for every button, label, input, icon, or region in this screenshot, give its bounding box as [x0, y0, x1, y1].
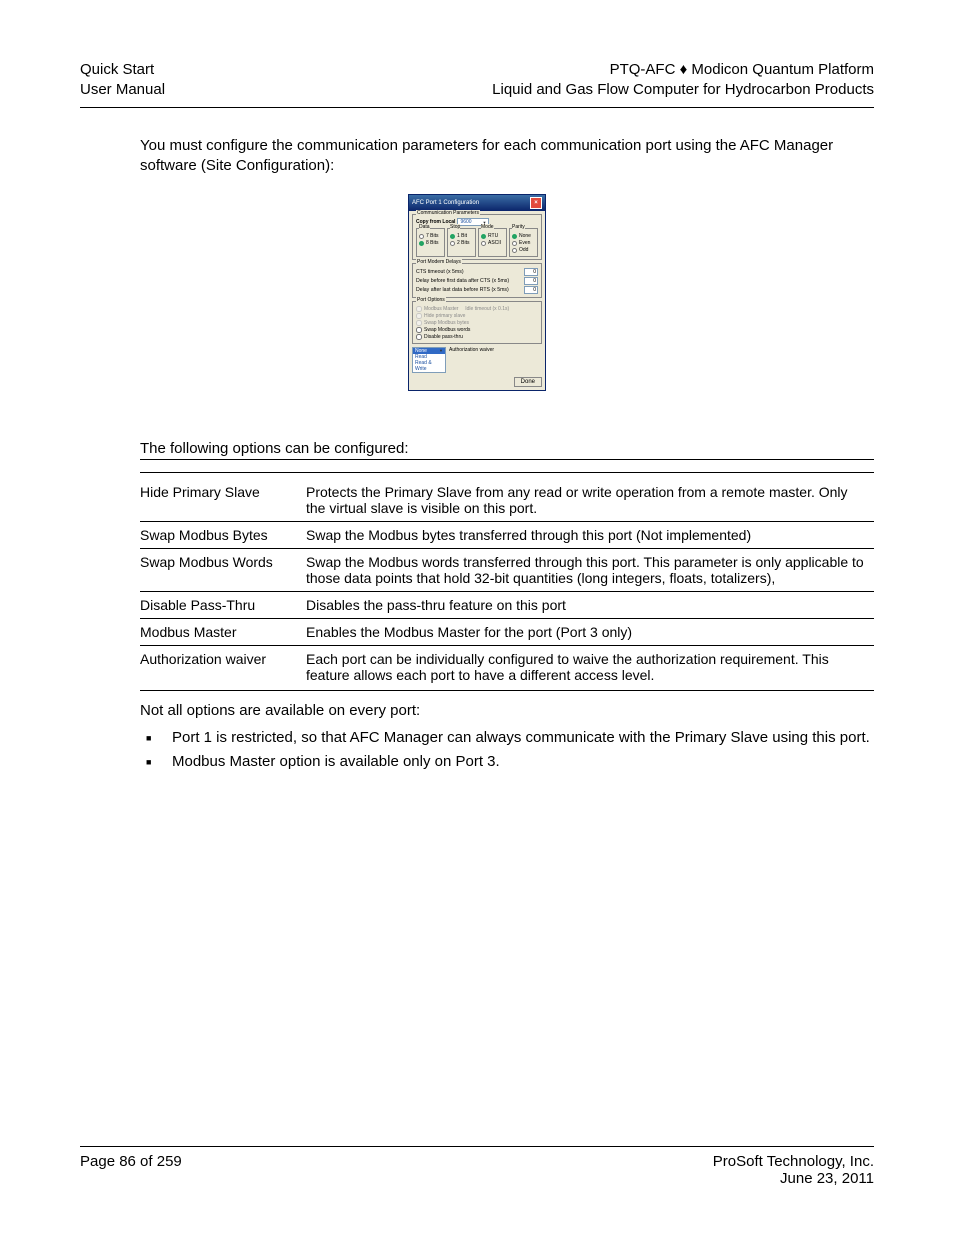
checkbox-disable-pass[interactable]: Disable pass-thru [416, 334, 538, 340]
comm-params-title: Communication Parameters [416, 210, 480, 216]
options-table: Hide Primary SlaveProtects the Primary S… [140, 459, 874, 691]
opt-key: Hide Primary Slave [140, 479, 306, 522]
opt-val: Disables the pass-thru feature on this p… [306, 592, 874, 619]
radio-2bits[interactable]: 2 Bits [450, 240, 473, 247]
comm-params-group: Communication Parameters Copy from Local… [412, 214, 542, 260]
delay-after-cts-label: Delay before first data after CTS (x 5ms… [416, 278, 509, 284]
radio-parity-none[interactable]: None [512, 233, 535, 240]
page-header: Quick Start User Manual PTQ-AFC ♦ Modico… [80, 60, 874, 101]
dialog-titlebar[interactable]: AFC Port 1 Configuration × [409, 195, 545, 211]
done-button[interactable]: Done [514, 377, 542, 387]
radio-parity-odd[interactable]: Odd [512, 247, 535, 254]
opt-key: Swap Modbus Bytes [140, 522, 306, 549]
table-row: Hide Primary SlaveProtects the Primary S… [140, 479, 874, 522]
parity-title: Parity [512, 224, 525, 230]
checkbox-hide-primary: Hide primary slave [416, 313, 538, 319]
table-row: Authorization waiverEach port can be ind… [140, 646, 874, 689]
table-row: Swap Modbus BytesSwap the Modbus bytes t… [140, 522, 874, 549]
header-rule [80, 107, 874, 108]
opt-key: Swap Modbus Words [140, 549, 306, 592]
restrictions-list: Port 1 is restricted, so that AFC Manage… [140, 728, 874, 773]
modem-delays-title: Port Modem Delays [416, 259, 462, 265]
table-row: Disable Pass-ThruDisables the pass-thru … [140, 592, 874, 619]
data-bits-group: Data 7 Bits 8 Bits [416, 228, 445, 257]
radio-8bits[interactable]: 8 Bits [419, 240, 442, 247]
delay-before-rts-input[interactable]: 0 [524, 286, 538, 294]
table-row: Swap Modbus WordsSwap the Modbus words t… [140, 549, 874, 592]
opt-val: Each port can be individually configured… [306, 646, 874, 689]
chevron-down-icon: ▼ [439, 348, 443, 354]
delay-after-cts-input[interactable]: 0 [524, 277, 538, 285]
radio-1bit[interactable]: 1 Bit [450, 233, 473, 240]
table-top-rule [140, 472, 874, 473]
header-left-line2: User Manual [80, 80, 165, 100]
baud-value: 9600 [460, 219, 471, 225]
cts-timeout-input[interactable]: 0 [524, 268, 538, 276]
header-left: Quick Start User Manual [80, 60, 165, 101]
dialog-title-text: AFC Port 1 Configuration [412, 200, 479, 206]
radio-7bits[interactable]: 7 Bits [419, 233, 442, 240]
opt-val: Swap the Modbus words transferred throug… [306, 549, 874, 592]
not-all-text: Not all options are available on every p… [140, 701, 874, 721]
footer-date: June 23, 2011 [713, 1170, 874, 1187]
checkbox-swap-words[interactable]: Swap Modbus words [416, 327, 538, 333]
list-item: Modbus Master option is available only o… [168, 752, 874, 772]
opt-val: Swap the Modbus bytes transferred throug… [306, 522, 874, 549]
radio-rtu[interactable]: RTU [481, 233, 504, 240]
modem-delays-group: Port Modem Delays CTS timeout (x 5ms)0 D… [412, 263, 542, 298]
mode-title: Mode [481, 224, 494, 230]
opt-key: Modbus Master [140, 619, 306, 646]
opt-val: Protects the Primary Slave from any read… [306, 479, 874, 522]
port-options-title: Port Options [416, 297, 446, 303]
port-options-group: Port Options Modbus Master Idle timeout … [412, 301, 542, 344]
opt-val: Enables the Modbus Master for the port (… [306, 619, 874, 646]
auth-option-readwrite[interactable]: Read & Write [413, 360, 445, 372]
radio-parity-even[interactable]: Even [512, 240, 535, 247]
table-bottom-rule [140, 690, 874, 691]
stop-bits-title: Stop [450, 224, 460, 230]
header-right-line2: Liquid and Gas Flow Computer for Hydroca… [492, 80, 874, 100]
footer-page: Page 86 of 259 [80, 1153, 182, 1187]
cts-timeout-label: CTS timeout (x 5ms) [416, 269, 464, 275]
opt-key: Authorization waiver [140, 646, 306, 689]
stop-bits-group: Stop 1 Bit 2 Bits [447, 228, 476, 257]
auth-waiver-select[interactable]: None▼ Read Read & Write [412, 347, 446, 373]
header-right-line1: PTQ-AFC ♦ Modicon Quantum Platform [492, 60, 874, 80]
footer-company: ProSoft Technology, Inc. [713, 1153, 874, 1170]
parity-group: Parity None Even Odd [509, 228, 538, 257]
header-left-line1: Quick Start [80, 60, 165, 80]
mode-group: Mode RTU ASCII [478, 228, 507, 257]
header-right: PTQ-AFC ♦ Modicon Quantum Platform Liqui… [492, 60, 874, 101]
close-icon[interactable]: × [530, 197, 542, 209]
auth-waiver-label: Authorization waiver [449, 347, 494, 353]
radio-ascii[interactable]: ASCII [481, 240, 504, 247]
data-bits-title: Data [419, 224, 430, 230]
checkbox-swap-bytes: Swap Modbus bytes [416, 320, 538, 326]
table-row: Modbus MasterEnables the Modbus Master f… [140, 619, 874, 646]
port-config-dialog: AFC Port 1 Configuration × Communication… [408, 194, 546, 391]
following-options-text: The following options can be configured: [140, 439, 874, 459]
checkbox-modbus-master: Modbus Master Idle timeout (x 0.1s) [416, 306, 538, 312]
opt-key: Disable Pass-Thru [140, 592, 306, 619]
delay-before-rts-label: Delay after last data before RTS (x 5ms) [416, 287, 509, 293]
page-footer: Page 86 of 259 ProSoft Technology, Inc. … [80, 1146, 874, 1187]
intro-paragraph: You must configure the communication par… [140, 136, 874, 177]
list-item: Port 1 is restricted, so that AFC Manage… [168, 728, 874, 748]
